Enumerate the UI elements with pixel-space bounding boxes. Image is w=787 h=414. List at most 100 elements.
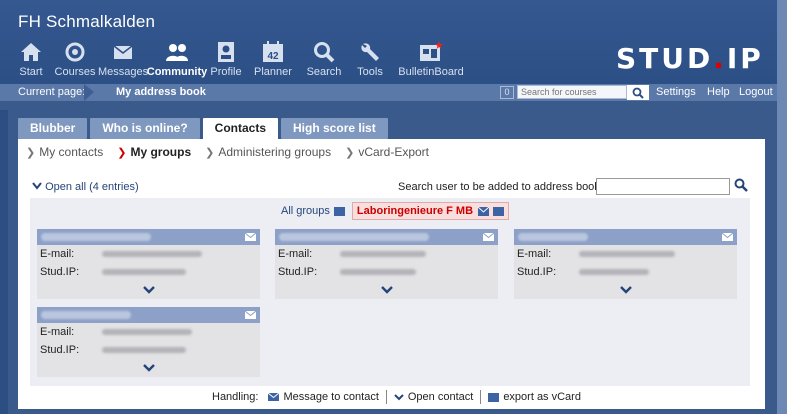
tab-bar: Blubber Who is online? Contacts High sco…: [18, 118, 391, 141]
nav-bulletinboard[interactable]: BulletinBoard: [392, 40, 470, 78]
search-user-label: Search user to be added to address book:: [398, 181, 603, 193]
mail-icon[interactable]: [478, 206, 490, 216]
legend-vcard: export as vCard: [488, 391, 581, 403]
contact-studip-row: Stud.IP:: [275, 263, 498, 281]
calendar-icon: 42: [261, 40, 285, 64]
chevron-down-icon: [394, 393, 404, 400]
chevron-down-icon: [142, 364, 155, 372]
nav-planner[interactable]: 42 Planner: [248, 40, 298, 78]
contact-name-redacted: [279, 233, 429, 241]
subnav-vcard-export[interactable]: ❯ vCard-Export: [345, 145, 429, 159]
chevron-down-icon: [142, 286, 155, 294]
chevron-down-icon: ❯: [117, 146, 127, 159]
expand-contact-button[interactable]: [514, 281, 737, 299]
subnav-administering-groups[interactable]: ❯ Administering groups: [205, 145, 331, 159]
vcard-icon: [488, 392, 500, 402]
divider: [480, 390, 482, 404]
wrench-icon: [358, 40, 382, 64]
vcard-icon[interactable]: [493, 206, 505, 216]
help-link[interactable]: Help: [707, 86, 730, 98]
calendar-day: 42: [267, 51, 279, 62]
redacted-email: [579, 251, 675, 257]
community-icon: [165, 40, 189, 64]
expand-contact-button[interactable]: [275, 281, 498, 299]
tab-who-is-online[interactable]: Who is online?: [90, 118, 200, 139]
contact-name-redacted: [41, 233, 151, 241]
redacted-email: [102, 251, 202, 257]
tab-high-score-list[interactable]: High score list: [281, 118, 388, 139]
contact-email-row: E-mail:: [275, 245, 498, 263]
expand-contact-button[interactable]: [37, 359, 260, 377]
nav-search[interactable]: Search: [300, 40, 348, 78]
contact-card: E-mail: Stud.IP:: [37, 229, 260, 299]
settings-link[interactable]: Settings: [656, 86, 696, 98]
contact-studip-row: Stud.IP:: [514, 263, 737, 281]
mail-icon[interactable]: [722, 233, 733, 241]
breadcrumb-label: Current page:: [18, 86, 86, 98]
nav-profile[interactable]: Profile: [206, 40, 246, 78]
vcard-icon: [333, 206, 345, 216]
subnav-my-groups[interactable]: ❯ My groups: [117, 145, 191, 159]
contact-card-header[interactable]: [37, 307, 260, 323]
course-search-input[interactable]: [517, 85, 627, 99]
legend-message: Message to contact: [268, 391, 379, 403]
breadcrumb: Current page: My address book 0 Settings…: [0, 84, 777, 101]
search-user-input[interactable]: [596, 178, 730, 195]
subnav-my-contacts[interactable]: ❯ My contacts: [26, 145, 103, 159]
contact-card-header[interactable]: [275, 229, 498, 245]
contact-card-header[interactable]: [514, 229, 737, 245]
nav-community[interactable]: Community: [147, 40, 207, 78]
redacted-username: [102, 347, 186, 353]
breadcrumb-arrow: [84, 84, 94, 101]
seminar-icon: [63, 40, 87, 64]
sub-navigation: ❯ My contacts ❯ My groups ❯ Administering g…: [26, 145, 443, 159]
site-name: FH Schmalkalden: [18, 12, 156, 31]
quicksearch-count: 0: [500, 86, 514, 99]
course-search-button[interactable]: [627, 85, 649, 100]
header-bar: FH Schmalkalden Start Courses Messages C…: [0, 0, 787, 84]
legend-open: Open contact: [394, 391, 473, 403]
contact-email-row: E-mail:: [37, 245, 260, 263]
contact-email-row: E-mail:: [37, 323, 260, 341]
redacted-email: [102, 329, 192, 335]
search-icon: [312, 40, 336, 64]
mail-icon: [268, 393, 280, 401]
handling-legend: Handling: Message to contact Open contac…: [212, 390, 581, 404]
window-scrollbar[interactable]: [777, 0, 787, 414]
divider: [385, 390, 387, 404]
redacted-username: [102, 269, 186, 275]
group-tab-all[interactable]: All groups: [277, 202, 349, 220]
page-title: My address book: [116, 86, 206, 98]
chevron-right-icon: ❯: [345, 146, 355, 159]
contact-name-redacted: [41, 311, 131, 319]
open-all-link[interactable]: Open all (4 entries): [32, 181, 139, 193]
nav-messages[interactable]: Messages: [98, 40, 148, 78]
group-tab-selected[interactable]: Laboringenieure F MB: [351, 202, 510, 220]
mail-icon[interactable]: [245, 311, 256, 319]
expand-contact-button[interactable]: [37, 281, 260, 299]
search-icon: [632, 87, 644, 99]
chevron-down-icon: [619, 286, 632, 294]
contact-name-redacted: [518, 233, 588, 241]
contact-card-header[interactable]: [37, 229, 260, 245]
contact-card: E-mail: Stud.IP:: [275, 229, 498, 299]
redacted-email: [340, 251, 426, 257]
mail-icon[interactable]: [245, 233, 256, 241]
chevron-right-icon: ❯: [26, 146, 36, 159]
nav-tools[interactable]: Tools: [350, 40, 390, 78]
mail-icon[interactable]: [483, 233, 494, 241]
main-navigation: Start Courses Messages Community Profile…: [10, 40, 472, 78]
search-user-button[interactable]: [734, 178, 748, 195]
search-icon: [734, 178, 748, 192]
redacted-username: [340, 269, 416, 275]
profile-icon: [214, 40, 238, 64]
tab-blubber[interactable]: Blubber: [18, 118, 88, 139]
nav-start[interactable]: Start: [10, 40, 52, 78]
logout-link[interactable]: Logout: [739, 86, 773, 98]
nav-courses[interactable]: Courses: [54, 40, 96, 78]
redacted-username: [579, 269, 649, 275]
studip-logo: STUD.IP: [616, 42, 764, 75]
contact-studip-row: Stud.IP:: [37, 263, 260, 281]
contact-studip-row: Stud.IP:: [37, 341, 260, 359]
tab-contacts[interactable]: Contacts: [202, 118, 279, 141]
